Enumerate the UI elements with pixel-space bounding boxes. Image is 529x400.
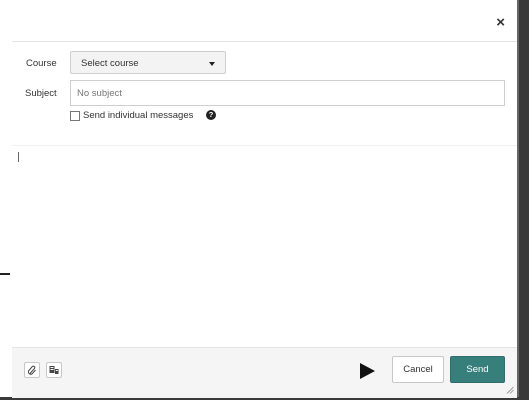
text-cursor bbox=[18, 152, 19, 162]
scrollbar-edge bbox=[517, 0, 519, 400]
cancel-button[interactable]: Cancel bbox=[392, 356, 444, 383]
message-body-textarea[interactable] bbox=[12, 146, 517, 347]
dialog-footer: Cancel Send bbox=[12, 347, 517, 398]
compose-message-dialog: × Course Select course Subject Send indi… bbox=[12, 0, 517, 398]
close-button[interactable]: × bbox=[496, 14, 505, 31]
media-comment-icon bbox=[49, 366, 59, 374]
left-edge-mark bbox=[0, 273, 10, 275]
paperclip-icon bbox=[27, 365, 36, 375]
course-label: Course bbox=[26, 58, 57, 69]
help-icon[interactable]: ? bbox=[206, 110, 216, 120]
individual-messages-label[interactable]: Send individual messages bbox=[83, 110, 193, 121]
individual-messages-checkbox[interactable] bbox=[70, 111, 80, 121]
subject-label: Subject bbox=[25, 88, 57, 99]
resize-handle-icon[interactable] bbox=[506, 386, 514, 394]
course-select-value: Select course bbox=[81, 58, 139, 69]
play-icon bbox=[360, 363, 375, 379]
header-divider bbox=[12, 41, 517, 42]
subject-input[interactable] bbox=[70, 80, 505, 106]
media-comment-button[interactable] bbox=[46, 362, 62, 378]
course-select[interactable]: Select course bbox=[70, 51, 226, 74]
send-button[interactable]: Send bbox=[450, 356, 505, 383]
caret-down-icon bbox=[209, 62, 215, 66]
attach-file-button[interactable] bbox=[24, 362, 40, 378]
